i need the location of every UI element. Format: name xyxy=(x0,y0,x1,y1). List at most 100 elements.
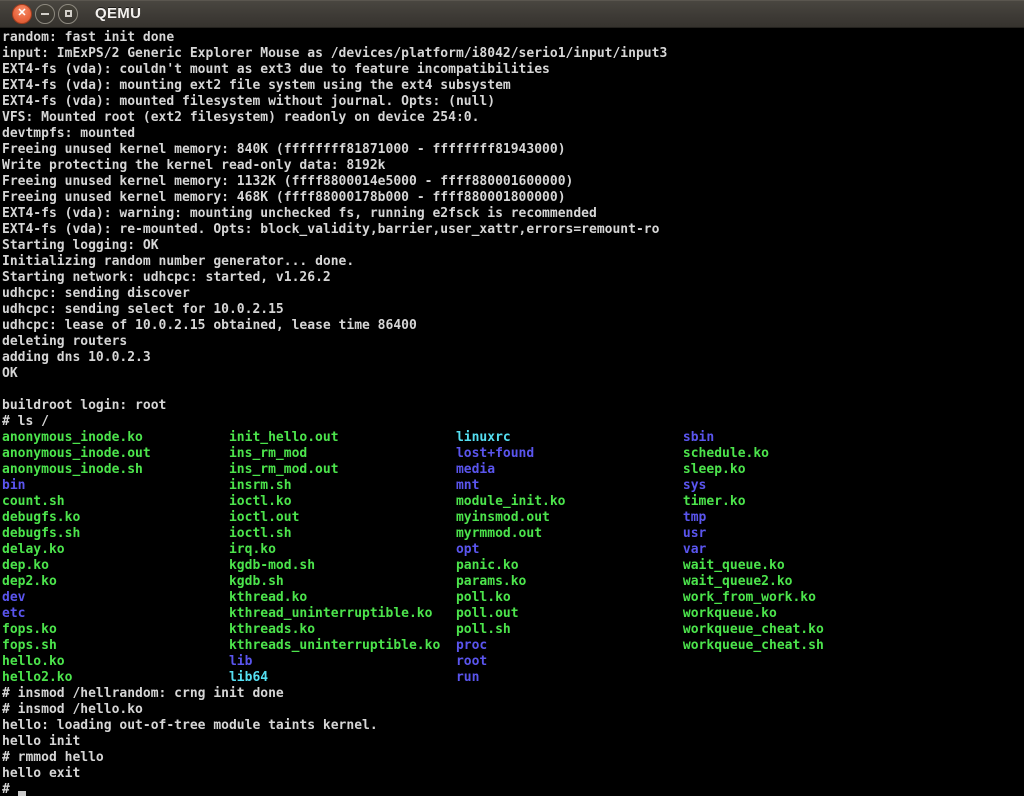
ls-output-row: hello2.kolib64run xyxy=(2,670,1024,686)
ls-output-row: hello.kolibroot xyxy=(2,654,1024,670)
file-entry: kgdb-mod.sh xyxy=(229,558,456,574)
terminal-line: random: fast init done xyxy=(2,30,1024,46)
maximize-button[interactable] xyxy=(58,4,78,24)
file-entry: timer.ko xyxy=(683,494,910,510)
terminal-line-text: devtmpfs: mounted xyxy=(2,126,135,141)
file-entry: fops.sh xyxy=(2,638,229,654)
terminal-line-text: Write protecting the kernel read-only da… xyxy=(2,158,386,173)
file-entry: ioctl.ko xyxy=(229,494,456,510)
terminal-line-text: Freeing unused kernel memory: 840K (ffff… xyxy=(2,142,566,157)
file-entry: workqueue_cheat.ko xyxy=(683,622,910,638)
terminal-line: # rmmod hello xyxy=(2,750,1024,766)
terminal-line-text: # insmod /hellrandom: crng init done xyxy=(2,686,284,701)
file-entry: anonymous_inode.ko xyxy=(2,430,229,446)
ls-output-row: debugfs.koioctl.outmyinsmod.outtmp xyxy=(2,510,1024,526)
file-entry: bin xyxy=(2,478,229,494)
file-entry: proc xyxy=(456,638,683,654)
file-entry: run xyxy=(456,670,683,686)
file-entry: ins_rm_mod.out xyxy=(229,462,456,478)
terminal-line-text: EXT4-fs (vda): mounted filesystem withou… xyxy=(2,94,495,109)
terminal-line: udhcpc: lease of 10.0.2.15 obtained, lea… xyxy=(2,318,1024,334)
terminal-line: Freeing unused kernel memory: 468K (ffff… xyxy=(2,190,1024,206)
file-entry: myinsmod.out xyxy=(456,510,683,526)
terminal-cursor xyxy=(18,791,26,796)
terminal-line: # insmod /hellrandom: crng init done xyxy=(2,686,1024,702)
terminal-line-text: Freeing unused kernel memory: 1132K (fff… xyxy=(2,174,573,189)
file-entry: sleep.ko xyxy=(683,462,910,478)
minimize-icon xyxy=(41,13,49,15)
terminal-line: udhcpc: sending discover xyxy=(2,286,1024,302)
file-entry: dev xyxy=(2,590,229,606)
qemu-window: ✕ QEMU random: fast init doneinput: ImEx… xyxy=(0,0,1024,796)
file-entry: lib64 xyxy=(229,670,456,686)
file-entry: schedule.ko xyxy=(683,446,910,462)
terminal-line: buildroot login: root xyxy=(2,398,1024,414)
file-entry: root xyxy=(456,654,683,670)
file-entry: mnt xyxy=(456,478,683,494)
window-title: QEMU xyxy=(95,5,141,22)
terminal-line-text: Initializing random number generator... … xyxy=(2,254,354,269)
terminal-line: # insmod /hello.ko xyxy=(2,702,1024,718)
file-entry: sbin xyxy=(683,430,910,446)
ls-output-row: bininsrm.shmntsys xyxy=(2,478,1024,494)
ls-output-row: fops.shkthreads_uninterruptible.koprocwo… xyxy=(2,638,1024,654)
file-entry: ioctl.out xyxy=(229,510,456,526)
terminal-line: hello exit xyxy=(2,766,1024,782)
file-entry: lost+found xyxy=(456,446,683,462)
ls-output-row: etckthread_uninterruptible.kopoll.outwor… xyxy=(2,606,1024,622)
terminal-line: Freeing unused kernel memory: 1132K (fff… xyxy=(2,174,1024,190)
terminal-line-text: # ls / xyxy=(2,414,49,429)
terminal-line-text: hello init xyxy=(2,734,80,749)
terminal-line xyxy=(2,382,1024,398)
file-entry: insrm.sh xyxy=(229,478,456,494)
file-entry: poll.ko xyxy=(456,590,683,606)
terminal-line-text: adding dns 10.0.2.3 xyxy=(2,350,151,365)
terminal-line: hello init xyxy=(2,734,1024,750)
file-entry: module_init.ko xyxy=(456,494,683,510)
terminal-line: Starting network: udhcpc: started, v1.26… xyxy=(2,270,1024,286)
window-titlebar: ✕ QEMU xyxy=(0,0,1024,28)
terminal-line: Starting logging: OK xyxy=(2,238,1024,254)
file-entry: debugfs.ko xyxy=(2,510,229,526)
file-entry: work_from_work.ko xyxy=(683,590,910,606)
terminal-line-text: # xyxy=(2,782,10,796)
terminal-line: input: ImExPS/2 Generic Explorer Mouse a… xyxy=(2,46,1024,62)
terminal-line: Freeing unused kernel memory: 840K (ffff… xyxy=(2,142,1024,158)
terminal-line: Write protecting the kernel read-only da… xyxy=(2,158,1024,174)
terminal-line: deleting routers xyxy=(2,334,1024,350)
terminal-line-text: EXT4-fs (vda): warning: mounting uncheck… xyxy=(2,206,597,221)
file-entry: poll.sh xyxy=(456,622,683,638)
terminal-output[interactable]: random: fast init doneinput: ImExPS/2 Ge… xyxy=(0,28,1024,796)
file-entry: wait_queue2.ko xyxy=(683,574,910,590)
file-entry: var xyxy=(683,542,910,558)
terminal-line: EXT4-fs (vda): warning: mounting uncheck… xyxy=(2,206,1024,222)
terminal-line-text: deleting routers xyxy=(2,334,127,349)
file-entry: debugfs.sh xyxy=(2,526,229,542)
ls-output-row: debugfs.shioctl.shmyrmmod.outusr xyxy=(2,526,1024,542)
file-entry: usr xyxy=(683,526,910,542)
ls-output-row: dep.kokgdb-mod.shpanic.kowait_queue.ko xyxy=(2,558,1024,574)
file-entry: lib xyxy=(229,654,456,670)
close-button[interactable]: ✕ xyxy=(12,4,32,24)
terminal-line-text: udhcpc: sending discover xyxy=(2,286,190,301)
terminal-line-text: VFS: Mounted root (ext2 filesystem) read… xyxy=(2,110,479,125)
file-entry: wait_queue.ko xyxy=(683,558,910,574)
file-entry: kthreads.ko xyxy=(229,622,456,638)
terminal-line: EXT4-fs (vda): mounting ext2 file system… xyxy=(2,78,1024,94)
terminal-line-text: OK xyxy=(2,366,18,381)
terminal-line: EXT4-fs (vda): re-mounted. Opts: block_v… xyxy=(2,222,1024,238)
file-entry: sys xyxy=(683,478,910,494)
terminal-line-text: # insmod /hello.ko xyxy=(2,702,143,717)
minimize-button[interactable] xyxy=(35,4,55,24)
ls-output-row: anonymous_inode.koinit_hello.outlinuxrcs… xyxy=(2,430,1024,446)
file-entry: etc xyxy=(2,606,229,622)
file-entry: anonymous_inode.out xyxy=(2,446,229,462)
ls-output-row: anonymous_inode.outins_rm_modlost+founds… xyxy=(2,446,1024,462)
file-entry: opt xyxy=(456,542,683,558)
file-entry: myrmmod.out xyxy=(456,526,683,542)
file-entry: tmp xyxy=(683,510,910,526)
terminal-line-text: hello: loading out-of-tree module taints… xyxy=(2,718,378,733)
file-entry: hello.ko xyxy=(2,654,229,670)
file-entry: init_hello.out xyxy=(229,430,456,446)
terminal-line: # ls / xyxy=(2,414,1024,430)
